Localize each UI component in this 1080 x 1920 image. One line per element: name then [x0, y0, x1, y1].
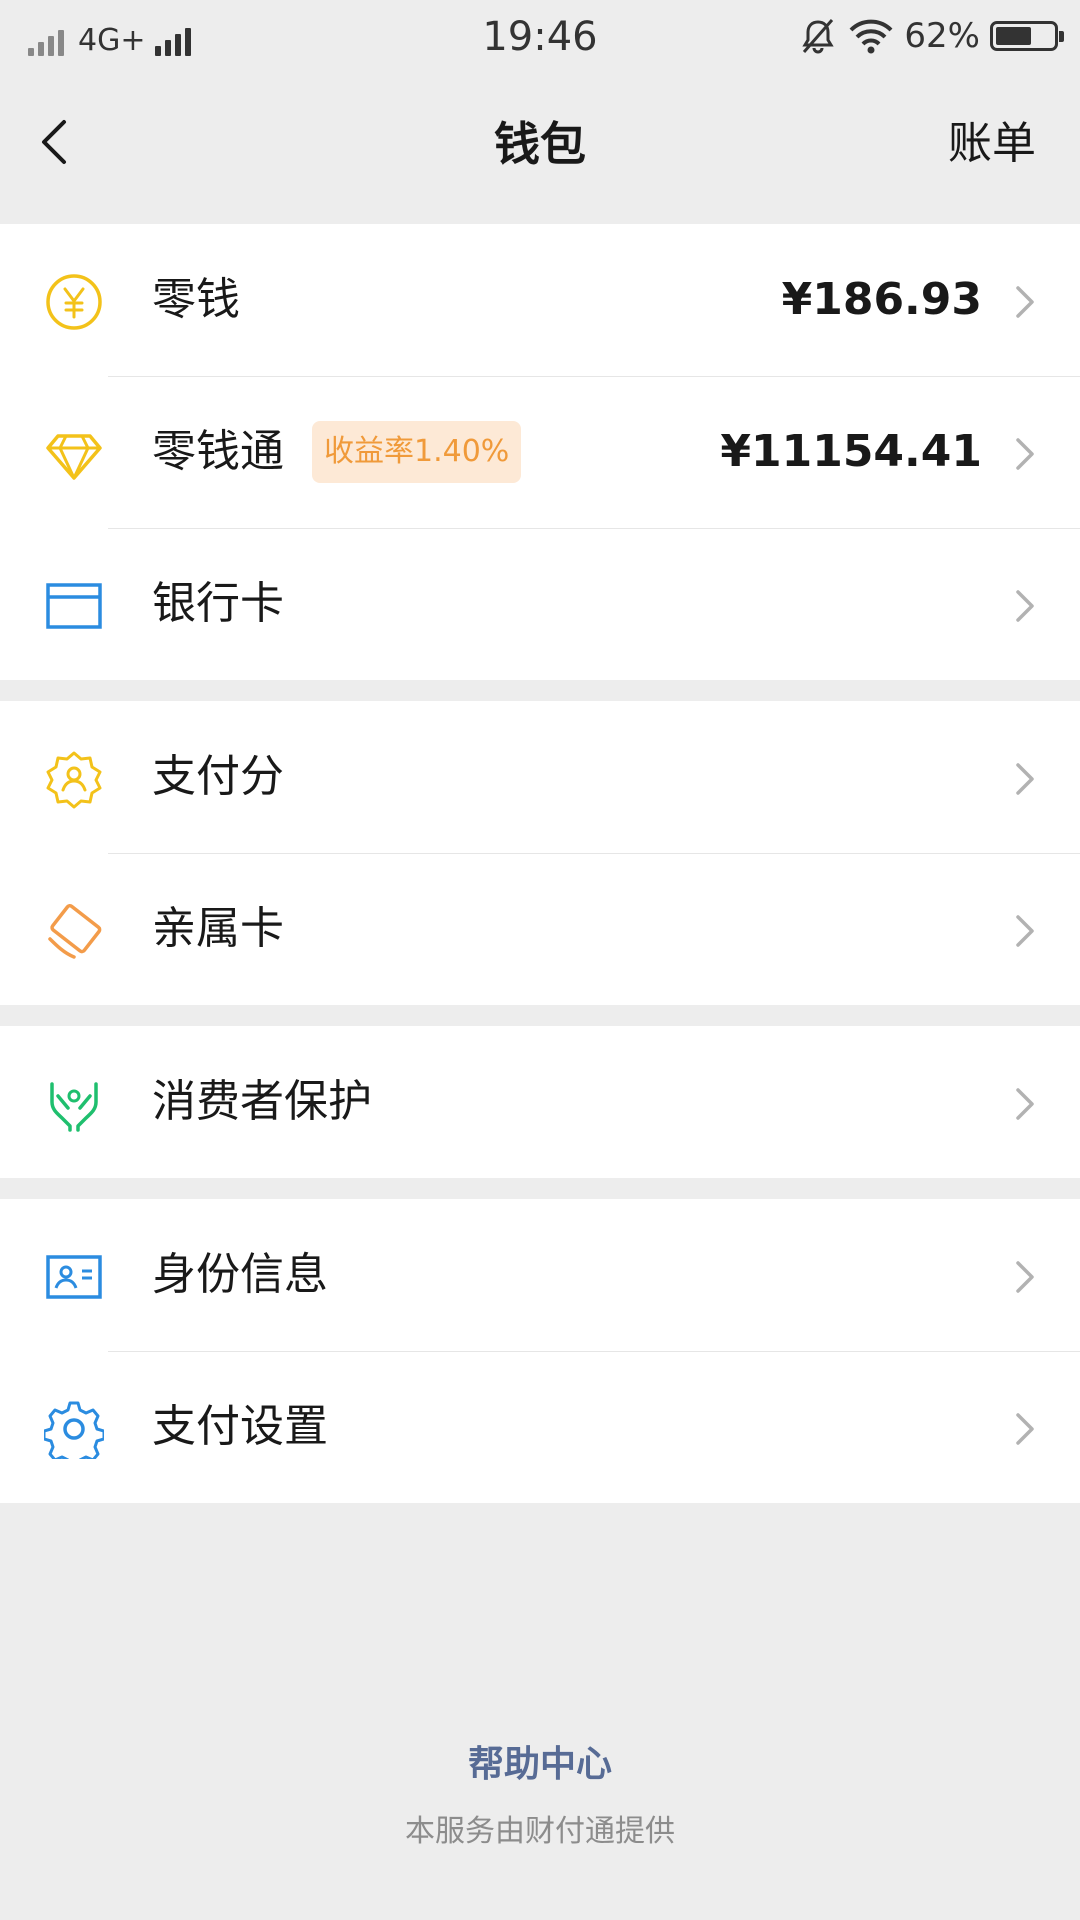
- gear-icon: [44, 1401, 104, 1459]
- group-balance: 零钱 ¥186.93 零钱通 收益率1.40% ¥11154.41 银行卡: [0, 224, 1080, 680]
- provider-note: 本服务由财付通提供: [405, 1814, 675, 1849]
- row-payment-settings[interactable]: 支付设置: [0, 1351, 1080, 1503]
- chevron-right-icon: [1016, 590, 1034, 622]
- credit-score-badge-icon: [46, 751, 102, 809]
- row-pay-score[interactable]: 支付分: [0, 701, 1080, 853]
- chevron-right-icon: [1016, 438, 1034, 470]
- row-value: ¥186.93: [781, 274, 982, 325]
- group-protection: 消费者保护: [0, 1026, 1080, 1178]
- page-title: 钱包: [494, 117, 586, 171]
- row-label: 银行卡: [152, 578, 284, 629]
- battery-percent: 62%: [904, 16, 980, 56]
- chevron-right-icon: [1016, 763, 1034, 795]
- row-identity-info[interactable]: 身份信息: [0, 1199, 1080, 1351]
- row-bank-card[interactable]: 银行卡: [0, 528, 1080, 680]
- yield-rate-badge: 收益率1.40%: [312, 421, 522, 483]
- chevron-right-icon: [1016, 286, 1034, 318]
- group-settings: 身份信息 支付设置: [0, 1199, 1080, 1503]
- row-label: 支付分: [152, 751, 284, 802]
- family-card-icon: [48, 903, 102, 959]
- row-change-pass[interactable]: 零钱通 收益率1.40% ¥11154.41: [0, 376, 1080, 528]
- bills-button[interactable]: 账单: [948, 114, 1036, 174]
- row-family-card[interactable]: 亲属卡: [0, 853, 1080, 1005]
- chevron-right-icon: [1016, 915, 1034, 947]
- chevron-right-icon: [1016, 1413, 1034, 1445]
- mute-bell-icon: [802, 19, 835, 54]
- nav-bar: 钱包 账单: [0, 74, 1080, 224]
- status-right: 62%: [798, 14, 1064, 58]
- row-change[interactable]: 零钱 ¥186.93: [0, 224, 1080, 376]
- wifi-icon: [849, 19, 893, 54]
- row-label: 亲属卡: [152, 903, 284, 954]
- diamond-icon: [46, 434, 102, 480]
- battery-icon: [990, 21, 1064, 51]
- help-center-link[interactable]: 帮助中心: [0, 1740, 1080, 1790]
- chevron-right-icon: [1016, 1088, 1034, 1120]
- group-score: 支付分 亲属卡: [0, 701, 1080, 1005]
- yuan-coin-icon: [46, 274, 102, 330]
- id-card-icon: [46, 1255, 102, 1299]
- status-bar: 4G+ 19:46 62%: [0, 0, 1080, 74]
- row-label: 零钱: [152, 274, 240, 325]
- chevron-right-icon: [1016, 1261, 1034, 1293]
- row-label: 零钱通: [152, 426, 284, 477]
- row-value: ¥11154.41: [720, 426, 982, 477]
- row-label: 身份信息: [152, 1249, 328, 1300]
- row-label: 消费者保护: [152, 1076, 372, 1127]
- row-consumer-protection[interactable]: 消费者保护: [0, 1026, 1080, 1178]
- bank-card-icon: [46, 583, 102, 629]
- row-label: 支付设置: [152, 1401, 328, 1452]
- protect-hands-icon: [50, 1082, 98, 1132]
- battery-fill: [996, 27, 1031, 45]
